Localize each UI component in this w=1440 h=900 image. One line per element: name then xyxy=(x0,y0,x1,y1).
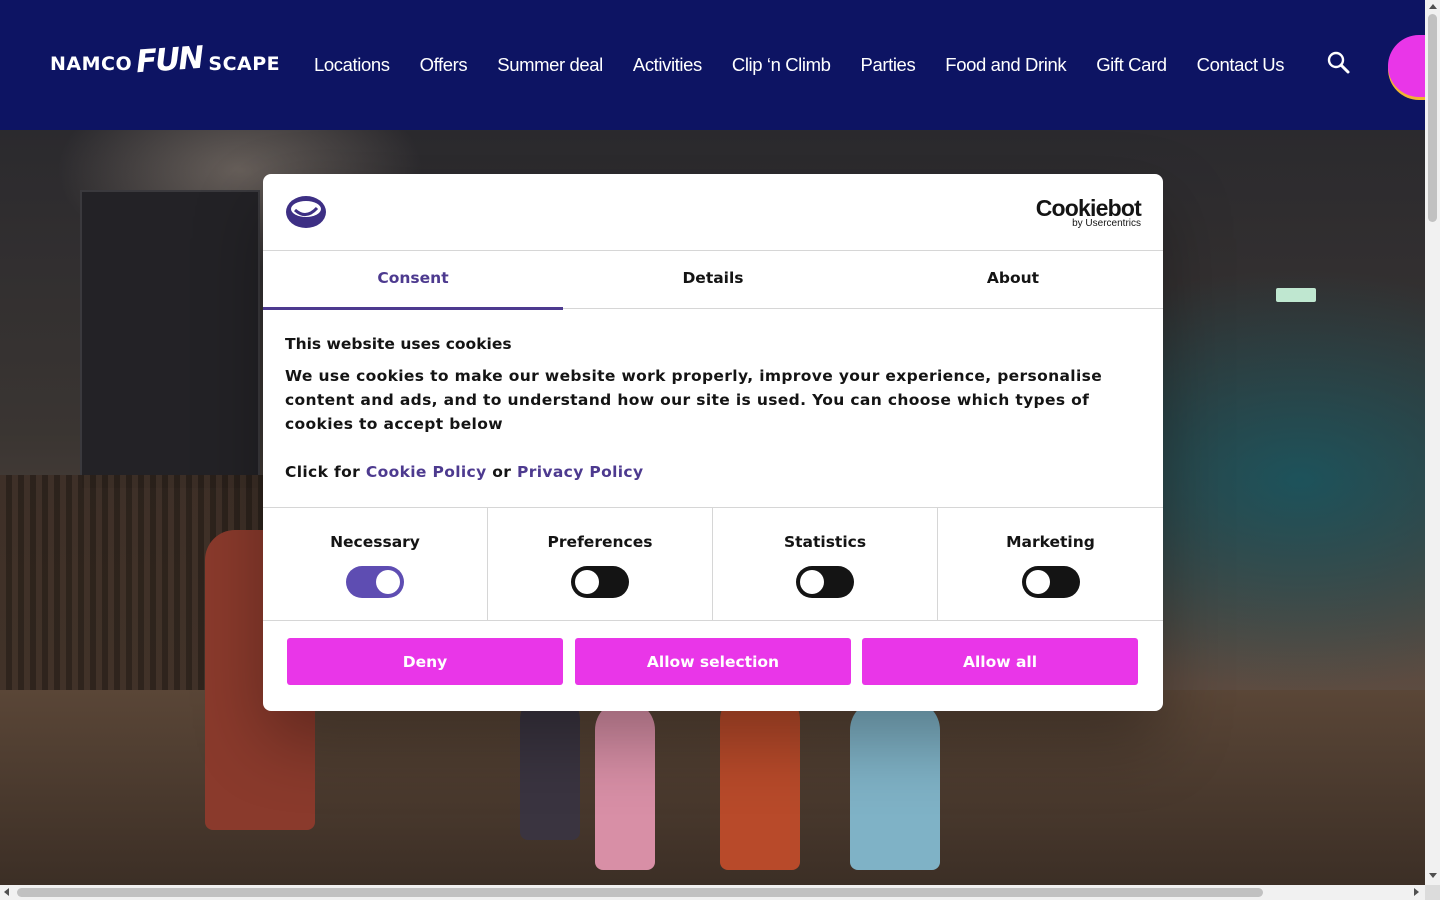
logo-word-namco: NAMCO xyxy=(50,53,133,75)
consent-heading: This website uses cookies xyxy=(285,335,512,353)
cookie-consent-dialog: Cookiebot by Usercentrics Consent Detail… xyxy=(263,174,1163,711)
cookiebot-logo-name: Cookiebot xyxy=(1035,195,1142,221)
scroll-down-arrow-icon[interactable] xyxy=(1429,873,1437,878)
scroll-up-arrow-icon[interactable] xyxy=(1429,4,1437,9)
header-cta-button[interactable] xyxy=(1388,35,1425,97)
nav-contact-us[interactable]: Contact Us xyxy=(1197,52,1285,78)
nav-clip-n-climb[interactable]: Clip ‘n Climb xyxy=(732,52,831,78)
category-necessary: Necessary xyxy=(263,508,488,620)
category-label-necessary: Necessary xyxy=(330,533,420,551)
namco-funscape-logo[interactable]: NAMCO FUN SCAPE xyxy=(50,40,281,84)
toggle-knob xyxy=(376,570,400,594)
logo-word-fun: FUN xyxy=(134,39,204,81)
toggle-knob xyxy=(1025,570,1050,594)
horizontal-scrollbar[interactable] xyxy=(0,885,1425,900)
search-icon xyxy=(1327,51,1350,74)
vertical-scroll-thumb[interactable] xyxy=(1428,14,1437,222)
scrollbar-corner xyxy=(1425,885,1440,900)
tab-about[interactable]: About xyxy=(863,251,1163,309)
hero-person xyxy=(520,690,580,840)
tab-details[interactable]: Details xyxy=(563,251,863,309)
nav-gift-card[interactable]: Gift Card xyxy=(1096,52,1167,78)
nav-food-and-drink[interactable]: Food and Drink xyxy=(945,52,1066,78)
deny-button[interactable]: Deny xyxy=(287,638,563,685)
search-button[interactable] xyxy=(1326,50,1352,76)
category-label-statistics: Statistics xyxy=(783,533,867,551)
toggle-knob xyxy=(800,570,824,594)
cookiebot-logo[interactable]: Cookiebot by Usercentrics xyxy=(1023,195,1142,229)
scroll-right-arrow-icon[interactable] xyxy=(1414,888,1419,896)
hero-window xyxy=(80,190,260,490)
hero-person xyxy=(850,700,940,870)
nav-locations[interactable]: Locations xyxy=(314,52,390,78)
site-brand-icon xyxy=(286,196,326,228)
allow-selection-button[interactable]: Allow selection xyxy=(575,638,851,685)
dialog-tabs: Consent Details About xyxy=(263,251,1163,310)
policy-links-prefix: Click for xyxy=(285,463,361,481)
policy-links-or: or xyxy=(492,463,512,481)
cookie-policy-link[interactable]: Cookie Policy xyxy=(366,463,487,481)
consent-buttons: Deny Allow selection Allow all xyxy=(287,638,1138,685)
scroll-left-arrow-icon[interactable] xyxy=(4,888,9,896)
hero-exit-sign xyxy=(1276,288,1316,302)
privacy-policy-link[interactable]: Privacy Policy xyxy=(517,463,643,481)
toggle-knob xyxy=(575,570,599,594)
category-label-preferences: Preferences xyxy=(547,533,653,551)
horizontal-scroll-thumb[interactable] xyxy=(17,888,1263,897)
category-marketing: Marketing xyxy=(938,508,1163,620)
vertical-scrollbar[interactable] xyxy=(1425,0,1440,885)
consent-body: This website uses cookies We use cookies… xyxy=(285,334,1141,484)
toggle-necessary[interactable] xyxy=(346,566,404,598)
nav-summer-deal[interactable]: Summer deal xyxy=(497,52,603,78)
toggle-preferences[interactable] xyxy=(571,566,629,598)
hero-person xyxy=(720,690,800,870)
toggle-statistics[interactable] xyxy=(796,566,854,598)
category-statistics: Statistics xyxy=(713,508,938,620)
nav-offers[interactable]: Offers xyxy=(420,52,468,78)
nav-parties[interactable]: Parties xyxy=(861,52,916,78)
site-header: NAMCO FUN SCAPE Locations Offers Summer … xyxy=(0,0,1425,130)
policy-links-line: Click for Cookie Policy or Privacy Polic… xyxy=(285,460,1141,484)
dialog-header: Cookiebot by Usercentrics xyxy=(263,174,1163,251)
category-preferences: Preferences xyxy=(488,508,713,620)
category-label-marketing: Marketing xyxy=(1006,533,1095,551)
nav-activities[interactable]: Activities xyxy=(633,52,702,78)
hero-person xyxy=(595,700,655,870)
consent-description: We use cookies to make our website work … xyxy=(285,367,1103,433)
main-nav: Locations Offers Summer deal Activities … xyxy=(314,52,1314,78)
tab-consent[interactable]: Consent xyxy=(263,251,563,310)
cookie-category-toggles: Necessary Preferences Statistics Marketi… xyxy=(263,507,1163,621)
allow-all-button[interactable]: Allow all xyxy=(862,638,1138,685)
toggle-marketing[interactable] xyxy=(1021,566,1080,598)
logo-word-scape: SCAPE xyxy=(208,53,281,75)
